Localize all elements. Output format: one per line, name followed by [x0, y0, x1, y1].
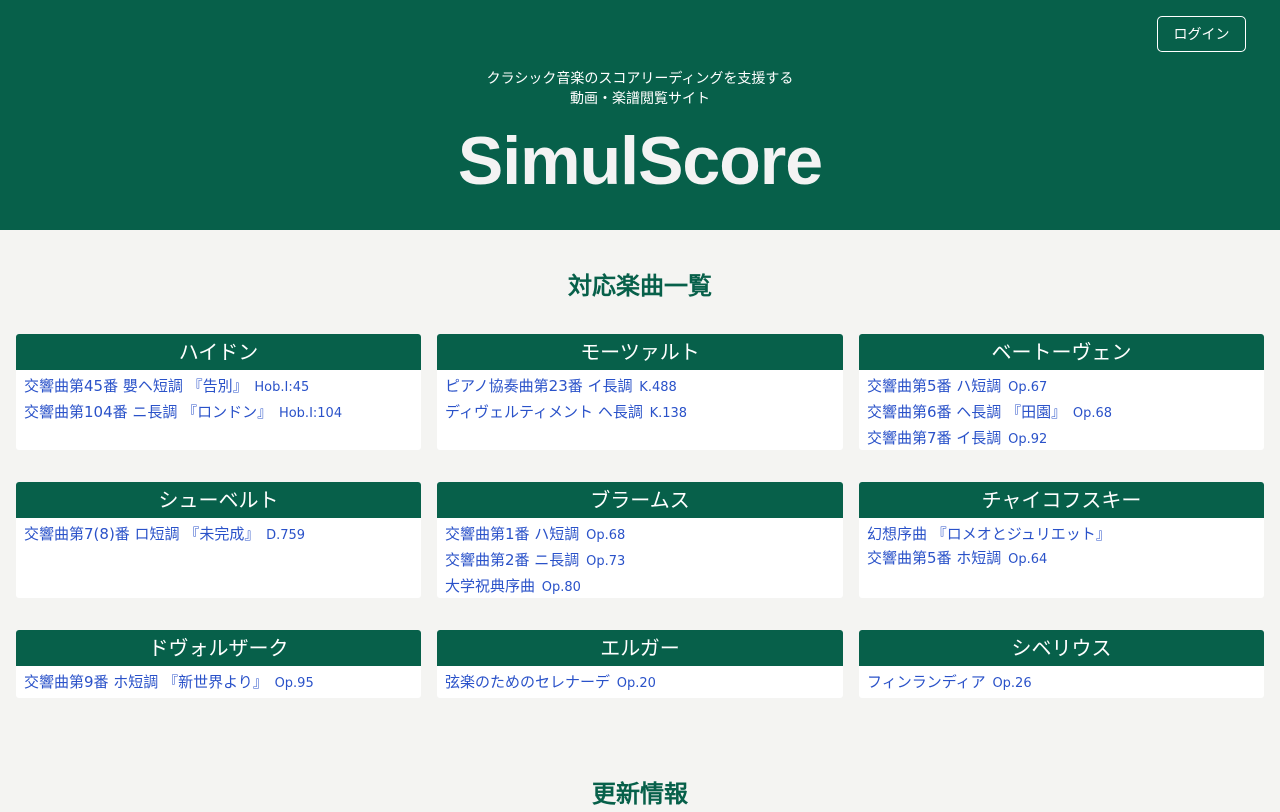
work-title: ディヴェルティメント ヘ長調: [445, 403, 643, 421]
work-link[interactable]: 交響曲第5番 ハ短調 Op.67: [867, 374, 1256, 400]
composer-card: チャイコフスキー 幻想序曲 『ロメオとジュリエット』 交響曲第5番 ホ短調 Op.6…: [859, 482, 1264, 598]
composer-name: チャイコフスキー: [859, 482, 1264, 518]
work-title: 交響曲第1番 ハ短調: [445, 525, 580, 543]
work-link[interactable]: 交響曲第5番 ホ短調 Op.64: [867, 546, 1256, 572]
composer-name: ブラームス: [437, 482, 843, 518]
work-link[interactable]: 幻想序曲 『ロメオとジュリエット』: [867, 522, 1256, 546]
work-link[interactable]: ディヴェルティメント ヘ長調 K.138: [445, 400, 835, 426]
site-title: SimulScore: [457, 123, 823, 199]
work-list: 交響曲第1番 ハ短調 Op.68 交響曲第2番 ニ長調 Op.73 大学祝典序曲 O…: [437, 518, 843, 598]
work-title: 交響曲第5番 ホ短調: [867, 549, 1002, 567]
composer-card: シューベルト交響曲第7(8)番 ロ短調 『未完成』 D.759: [16, 482, 421, 598]
work-link[interactable]: 弦楽のためのセレナーデ Op.20: [445, 670, 835, 696]
work-list: 交響曲第45番 嬰ヘ短調 『告別』 Hob.I:45 交響曲第104番 ニ長調 『…: [16, 370, 421, 426]
work-title: 交響曲第2番 ニ長調: [445, 551, 580, 569]
work-link[interactable]: 交響曲第104番 ニ長調 『ロンドン』 Hob.I:104: [24, 400, 413, 426]
work-title: 交響曲第7番 イ長調: [867, 429, 1002, 447]
composer-card: ブラームス 交響曲第1番 ハ短調 Op.68 交響曲第2番 ニ長調 Op.73 大学祝…: [437, 482, 843, 598]
work-opus: Op.92: [1008, 432, 1048, 447]
composer-name: シューベルト: [16, 482, 421, 518]
work-link[interactable]: フィンランディア Op.26: [867, 670, 1256, 696]
site-tagline: クラシック音楽のスコアリーディングを支援する 動画・楽譜閲覧サイト: [0, 69, 1280, 109]
work-list: ピアノ協奏曲第23番 イ長調 K.488 ディヴェルティメント ヘ長調 K.138: [437, 370, 843, 426]
work-list: 幻想序曲 『ロメオとジュリエット』 交響曲第5番 ホ短調 Op.64: [859, 518, 1264, 572]
work-title: 弦楽のためのセレナーデ: [445, 673, 611, 691]
work-link[interactable]: 交響曲第45番 嬰ヘ短調 『告別』 Hob.I:45: [24, 374, 413, 400]
composer-card: エルガー弦楽のためのセレナーデ Op.20: [437, 630, 843, 698]
work-opus: Op.73: [586, 554, 626, 569]
work-opus: Op.64: [1008, 552, 1048, 567]
work-title: 交響曲第45番 嬰ヘ短調 『告別』: [24, 377, 248, 395]
work-list: 交響曲第5番 ハ短調 Op.67 交響曲第6番 ヘ長調 『田園』 Op.68 交響曲…: [859, 370, 1264, 450]
work-opus: Hob.I:104: [278, 406, 343, 421]
work-opus: Op.67: [1008, 380, 1048, 395]
work-list: フィンランディア Op.26: [859, 666, 1264, 696]
tagline-line-1: クラシック音楽のスコアリーディングを支援する: [486, 71, 794, 87]
work-title: 幻想序曲 『ロメオとジュリエット』: [867, 525, 1111, 543]
composer-name: ベートーヴェン: [859, 334, 1264, 370]
work-title: 交響曲第104番 ニ長調 『ロンドン』: [24, 403, 273, 421]
work-title: 交響曲第7(8)番 ロ短調 『未完成』: [24, 525, 260, 543]
work-link[interactable]: 交響曲第9番 ホ短調 『新世界より』 Op.95: [24, 670, 413, 696]
work-opus: Op.95: [274, 676, 314, 691]
work-list: 交響曲第9番 ホ短調 『新世界より』 Op.95: [16, 666, 421, 696]
composer-name: ドヴォルザーク: [16, 630, 421, 666]
composer-card: モーツァルト ピアノ協奏曲第23番 イ長調 K.488 ディヴェルティメント ヘ長調…: [437, 334, 843, 450]
work-opus: Op.80: [541, 580, 581, 595]
composer-name: エルガー: [437, 630, 843, 666]
work-opus: Op.68: [586, 528, 626, 543]
composer-card: シベリウスフィンランディア Op.26: [859, 630, 1264, 698]
work-opus: D.759: [266, 528, 306, 543]
work-opus: Hob.I:45: [254, 380, 310, 395]
work-link[interactable]: 大学祝典序曲 Op.80: [445, 574, 835, 598]
work-title: フィンランディア: [867, 673, 986, 691]
tagline-line-2: 動画・楽譜閲覧サイト: [570, 91, 710, 107]
composer-name: シベリウス: [859, 630, 1264, 666]
work-opus: Op.26: [992, 676, 1032, 691]
composer-card: ドヴォルザーク交響曲第9番 ホ短調 『新世界より』 Op.95: [16, 630, 421, 698]
work-link[interactable]: 交響曲第6番 ヘ長調 『田園』 Op.68: [867, 400, 1256, 426]
composer-name: モーツァルト: [437, 334, 843, 370]
work-link[interactable]: 交響曲第2番 ニ長調 Op.73: [445, 548, 835, 574]
works-section-title: 対応楽曲一覧: [568, 272, 712, 300]
composer-name: ハイドン: [16, 334, 421, 370]
site-header: ログイン クラシック音楽のスコアリーディングを支援する 動画・楽譜閲覧サイト S…: [0, 0, 1280, 230]
work-opus: K.488: [639, 380, 677, 395]
updates-section-title: 更新情報: [592, 780, 688, 808]
work-opus: Op.68: [1072, 406, 1113, 421]
work-link[interactable]: 交響曲第7番 イ長調 Op.92: [867, 426, 1256, 450]
work-opus: K.138: [649, 406, 688, 421]
work-link[interactable]: 交響曲第7(8)番 ロ短調 『未完成』 D.759: [24, 522, 413, 548]
work-title: 大学祝典序曲: [445, 577, 536, 595]
work-opus: Op.20: [616, 676, 656, 691]
work-title: 交響曲第9番 ホ短調 『新世界より』: [24, 673, 268, 691]
work-title: 交響曲第6番 ヘ長調 『田園』: [867, 403, 1067, 421]
composer-grid: ハイドン 交響曲第45番 嬰ヘ短調 『告別』 Hob.I:45 交響曲第104番 ニ…: [16, 334, 1264, 698]
work-title: 交響曲第5番 ハ短調: [867, 377, 1002, 395]
work-list: 交響曲第7(8)番 ロ短調 『未完成』 D.759: [16, 518, 421, 548]
work-title: ピアノ協奏曲第23番 イ長調: [445, 377, 633, 395]
work-link[interactable]: 交響曲第1番 ハ短調 Op.68: [445, 522, 835, 548]
work-link[interactable]: ピアノ協奏曲第23番 イ長調 K.488: [445, 374, 835, 400]
login-button[interactable]: ログイン: [1157, 16, 1246, 52]
composer-card: ベートーヴェン 交響曲第5番 ハ短調 Op.67 交響曲第6番 ヘ長調 『田園』 O…: [859, 334, 1264, 450]
composer-card: ハイドン 交響曲第45番 嬰ヘ短調 『告別』 Hob.I:45 交響曲第104番 ニ…: [16, 334, 421, 450]
work-list: 弦楽のためのセレナーデ Op.20: [437, 666, 843, 696]
